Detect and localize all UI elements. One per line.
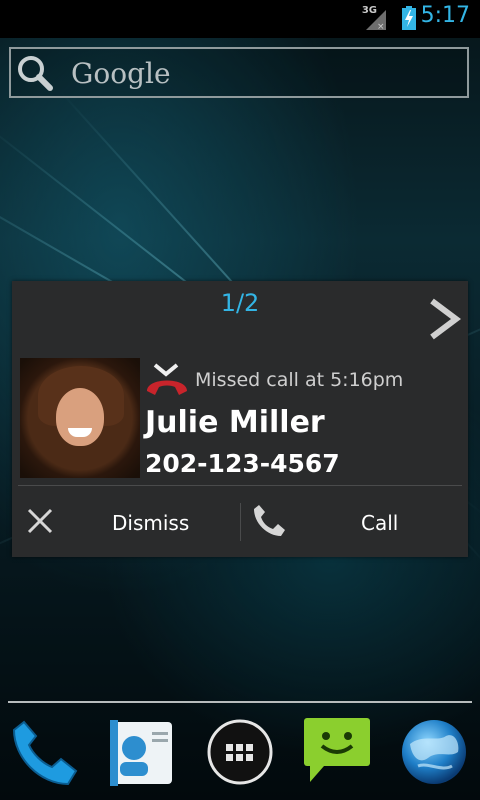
missed-call-text: Missed call at 5:16pm bbox=[195, 369, 404, 391]
dock-divider bbox=[8, 701, 472, 703]
clock: 5:17 bbox=[420, 3, 470, 28]
phone-icon bbox=[254, 505, 285, 536]
missed-call-widget: 1/2 Missed call at 5:16pm Julie Miller 2… bbox=[12, 281, 468, 557]
app-drawer-icon[interactable] bbox=[204, 716, 276, 788]
contacts-icon[interactable] bbox=[106, 716, 178, 788]
dismiss-button[interactable]: Dismiss bbox=[12, 486, 240, 557]
chevron-right-icon[interactable] bbox=[426, 297, 462, 341]
search-label: Google bbox=[71, 57, 171, 90]
messaging-icon[interactable] bbox=[302, 716, 374, 788]
phone-icon[interactable] bbox=[10, 716, 82, 788]
missed-call-icon bbox=[147, 363, 187, 395]
avatar bbox=[20, 358, 140, 478]
call-button[interactable]: Call bbox=[241, 486, 468, 557]
dismiss-button-label: Dismiss bbox=[112, 511, 190, 535]
close-icon bbox=[27, 508, 53, 534]
phone-number: 202-123-4567 bbox=[145, 449, 340, 478]
contact-name: Julie Miller bbox=[145, 405, 325, 440]
search-icon bbox=[18, 56, 53, 91]
pager-indicator: 1/2 bbox=[220, 289, 260, 317]
signal-icon: × bbox=[366, 10, 386, 31]
battery-charging-icon bbox=[402, 6, 416, 30]
browser-globe-icon[interactable] bbox=[398, 716, 470, 788]
avatar-face bbox=[56, 388, 104, 446]
call-button-label: Call bbox=[361, 511, 399, 535]
status-bar: 3G × 5:17 bbox=[0, 0, 480, 38]
svg-text:×: × bbox=[377, 22, 385, 31]
google-search-bar[interactable]: Google bbox=[9, 47, 469, 98]
